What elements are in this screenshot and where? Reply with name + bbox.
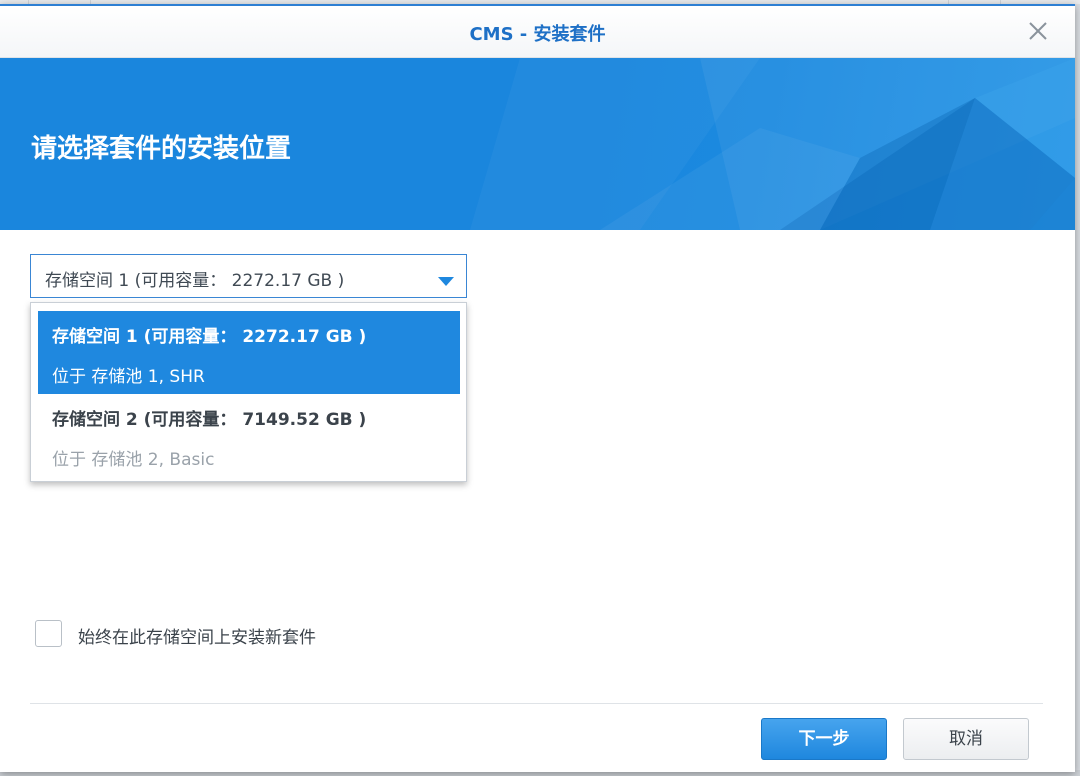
always-install-label[interactable]: 始终在此存储空间上安装新套件 <box>78 623 316 648</box>
option-volume-location: 位于 存储池 2, Basic <box>52 450 215 470</box>
option-volume-name: 存储空间 1 (可用容量： 2272.17 GB ) <box>52 327 367 347</box>
always-install-checkbox[interactable] <box>35 620 62 647</box>
volume-dropdown-list: 存储空间 1 (可用容量： 2272.17 GB ) 位于 存储池 1, SHR… <box>30 302 467 482</box>
dialog-titlebar[interactable]: CMS - 安装套件 <box>0 6 1075 58</box>
page-heading: 请选择套件的安装位置 <box>31 134 292 164</box>
cancel-button[interactable]: 取消 <box>903 718 1029 760</box>
install-package-dialog: CMS - 安装套件 请选择套件的安装位置 存储空间 1 (可用容量： 2272… <box>0 4 1075 772</box>
dialog-title: CMS - 安装套件 <box>469 24 606 45</box>
volume-select-value: 存储空间 1 (可用容量： 2272.17 GB ) <box>45 271 345 291</box>
option-volume-name: 存储空间 2 (可用容量： 7149.52 GB ) <box>52 410 367 430</box>
close-icon[interactable] <box>1027 20 1049 42</box>
caret-down-icon[interactable] <box>438 271 454 290</box>
footer-divider <box>30 703 1043 704</box>
option-volume-location: 位于 存储池 1, SHR <box>52 367 205 387</box>
next-button[interactable]: 下一步 <box>761 718 887 760</box>
dropdown-option-volume-2[interactable]: 存储空间 2 (可用容量： 7149.52 GB ) 位于 存储池 2, Bas… <box>38 394 460 477</box>
header-banner: 请选择套件的安装位置 <box>0 58 1075 230</box>
volume-select[interactable]: 存储空间 1 (可用容量： 2272.17 GB ) <box>30 254 467 298</box>
dropdown-option-volume-1[interactable]: 存储空间 1 (可用容量： 2272.17 GB ) 位于 存储池 1, SHR <box>38 311 460 394</box>
